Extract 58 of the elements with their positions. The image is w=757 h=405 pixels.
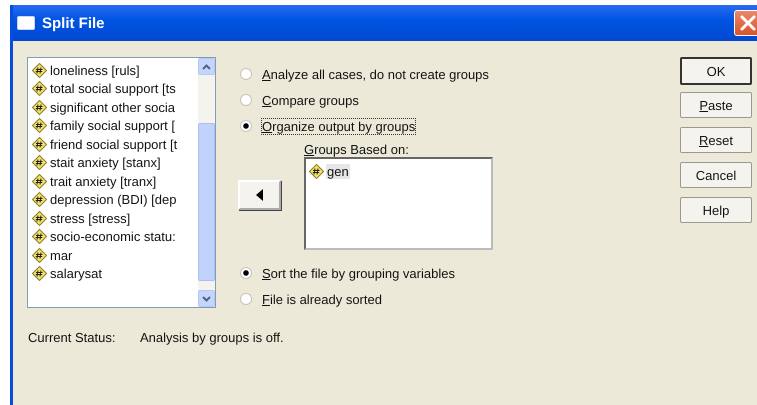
field-label: Groups Based on: [304,142,410,157]
scroll-down-button[interactable] [198,290,215,307]
numeric-variable-icon [32,248,47,263]
radio-label[interactable]: Organize output by groups [262,118,416,134]
move-button[interactable] [238,180,281,210]
numeric-variable-icon [32,100,47,115]
status-text: Analysis by groups is off. [140,330,284,345]
variable-item[interactable]: trait anxiety [tranx] [49,174,158,189]
numeric-variable-icon [32,174,47,189]
variable-list[interactable] [27,57,216,308]
window-title: Split File [42,14,106,32]
radio-button[interactable] [240,120,252,132]
numeric-variable-icon [32,192,47,208]
numeric-variable-icon [32,62,47,78]
numeric-variable-icon [32,155,47,170]
radio-button[interactable] [240,293,252,305]
numeric-variable-icon [32,118,47,134]
radio-label[interactable]: Sort the file by grouping variables [262,266,455,280]
radio-button[interactable] [240,94,252,106]
numeric-variable-icon [32,229,47,244]
scroll-up-button[interactable] [198,58,215,75]
status-label: Current Status: [28,330,116,345]
chevron-up-icon [202,64,211,70]
radio-label[interactable]: Compare groups [262,92,359,108]
close-button[interactable] [734,10,757,36]
left-triangle-icon [256,189,264,201]
variable-item[interactable]: friend social support [t [49,136,178,152]
variable-item[interactable]: total social support [ts [49,81,177,96]
dialog-button[interactable]: Cancel [680,162,752,188]
dialog-button[interactable]: OK [680,57,752,85]
window-icon [17,16,35,30]
numeric-variable-icon [32,266,47,282]
variable-item[interactable]: socio-economic statu: [49,229,177,244]
variable-item[interactable]: mar [49,248,74,263]
numeric-variable-icon [32,210,47,226]
scrollbar[interactable] [198,58,215,307]
variable-item[interactable]: salarysat [49,266,104,282]
dialog-button[interactable]: Help [680,197,752,223]
numeric-variable-icon [309,164,324,179]
variable-item[interactable]: stait anxiety [stanx] [49,155,162,170]
chevron-down-icon [202,296,211,302]
variable-item[interactable]: depression (BDI) [dep [49,192,178,208]
variable-item[interactable]: stress [stress] [49,210,132,226]
groups-list[interactable]: gen [304,157,493,250]
dialog-button[interactable]: Paste [680,92,752,118]
radio-button[interactable] [240,267,252,279]
variable-item[interactable]: gen [326,164,350,179]
close-icon [738,13,757,33]
radio-button[interactable] [240,68,252,80]
dialog-button[interactable]: Reset [680,127,752,153]
radio-label[interactable]: Analyze all cases, do not create groups [262,66,489,82]
variable-item[interactable]: significant other socia [49,100,176,115]
radio-label[interactable]: File is already sorted [262,292,382,306]
numeric-variable-icon [32,136,47,152]
variable-item[interactable]: family social support [ [49,118,176,134]
numeric-variable-icon [32,81,47,96]
variable-item[interactable]: loneliness [ruls] [49,62,141,78]
scroll-thumb[interactable] [198,123,215,281]
